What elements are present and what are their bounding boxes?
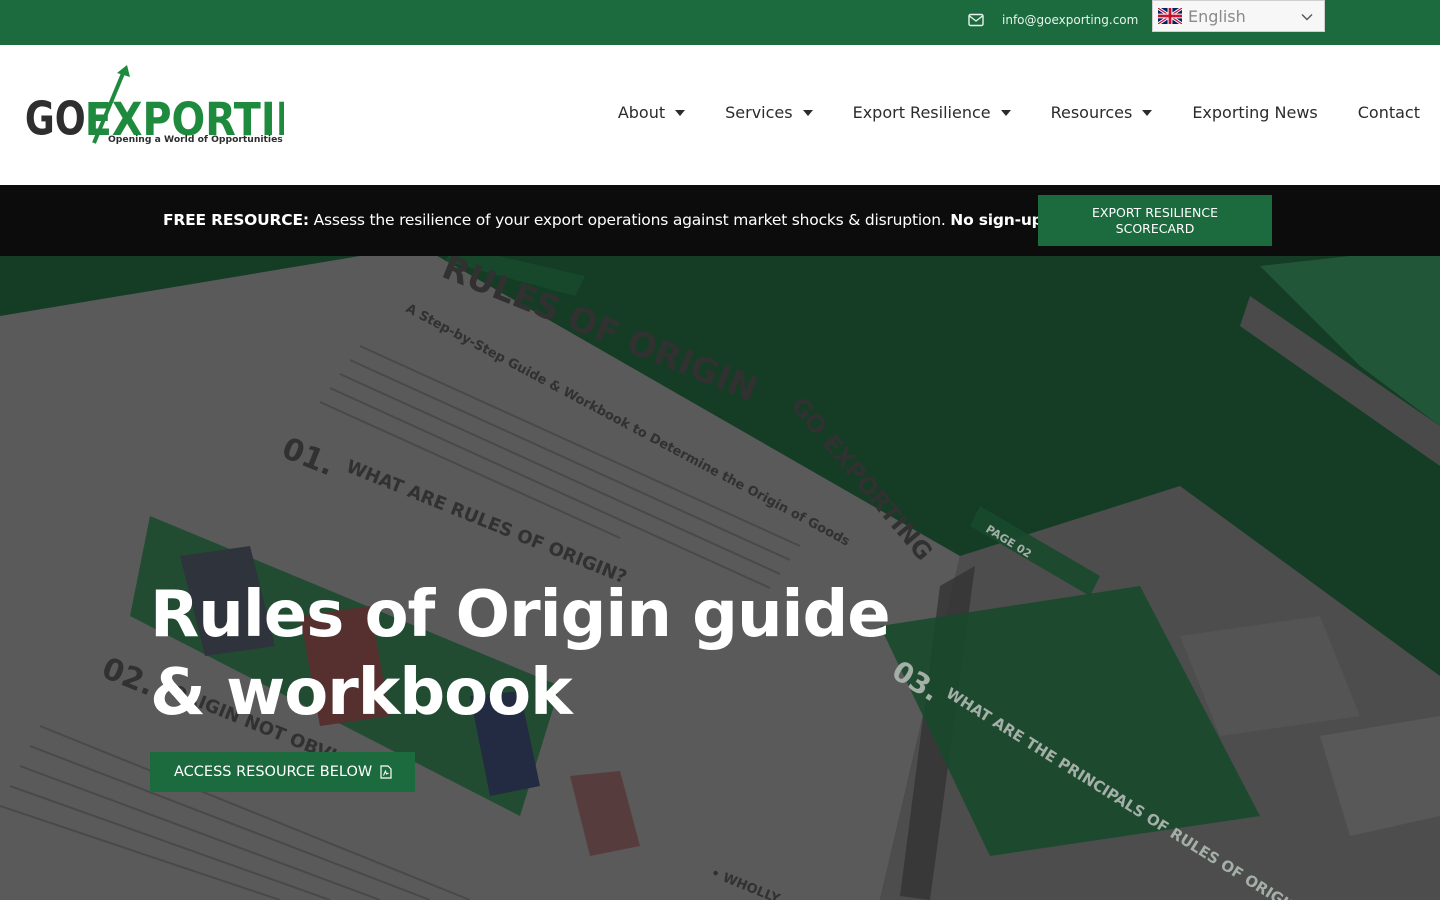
nav-item-resources[interactable]: Resources bbox=[1051, 103, 1153, 122]
nav-item-contact[interactable]: Contact bbox=[1358, 103, 1420, 122]
language-selector[interactable]: English bbox=[1152, 0, 1325, 32]
nav-label: Exporting News bbox=[1192, 103, 1318, 122]
svg-text:Opening a World of Opportuniti: Opening a World of Opportunities bbox=[108, 134, 283, 145]
svg-text:GO: GO bbox=[25, 93, 86, 146]
chevron-down-icon bbox=[1301, 14, 1313, 21]
nav-item-services[interactable]: Services bbox=[725, 103, 813, 122]
nav-item-export-resilience[interactable]: Export Resilience bbox=[853, 103, 1011, 122]
email-link[interactable]: info@goexporting.com bbox=[968, 13, 1138, 27]
nav-label: Contact bbox=[1357, 103, 1420, 122]
pdf-file-icon bbox=[380, 765, 392, 779]
promo-body: Assess the resilience of your export ope… bbox=[308, 211, 951, 229]
site-header: GO EXPORTING Opening a World of Opportun… bbox=[0, 45, 1440, 185]
hero-title: Rules of Origin guide & workbook bbox=[150, 578, 891, 730]
nav-item-about[interactable]: About bbox=[617, 103, 686, 122]
promo-lead: FREE RESOURCE: bbox=[163, 211, 309, 229]
caret-down-icon bbox=[1000, 109, 1011, 116]
access-resource-button[interactable]: ACCESS RESOURCE BELOW bbox=[150, 752, 415, 792]
uk-flag-icon bbox=[1158, 8, 1182, 24]
main-nav: About Services Export Resilience Resourc… bbox=[578, 103, 1420, 122]
language-label: English bbox=[1188, 6, 1246, 26]
email-text: info@goexporting.com bbox=[1002, 13, 1139, 27]
nav-label: Services bbox=[725, 103, 793, 122]
caret-down-icon bbox=[802, 109, 813, 116]
cta-label: ACCESS RESOURCE BELOW bbox=[174, 764, 373, 780]
caret-down-icon bbox=[1142, 109, 1153, 116]
nav-label: Resources bbox=[1050, 103, 1133, 122]
scorecard-button[interactable]: EXPORT RESILIENCE SCORECARD bbox=[1038, 195, 1272, 246]
nav-item-exporting-news[interactable]: Exporting News bbox=[1192, 103, 1317, 122]
top-bar: info@goexporting.com English bbox=[0, 0, 1440, 45]
envelope-icon bbox=[968, 13, 984, 27]
nav-label: About bbox=[617, 103, 666, 122]
logo[interactable]: GO EXPORTING Opening a World of Opportun… bbox=[24, 63, 284, 153]
promo-text: FREE RESOURCE: Assess the resilience of … bbox=[163, 211, 1127, 229]
hero-section: RULES OF ORIGIN A Step-by-Step Guide & W… bbox=[0, 256, 1440, 900]
caret-down-icon bbox=[675, 109, 686, 116]
promo-banner: FREE RESOURCE: Assess the resilience of … bbox=[0, 185, 1440, 256]
nav-label: Export Resilience bbox=[852, 103, 991, 122]
